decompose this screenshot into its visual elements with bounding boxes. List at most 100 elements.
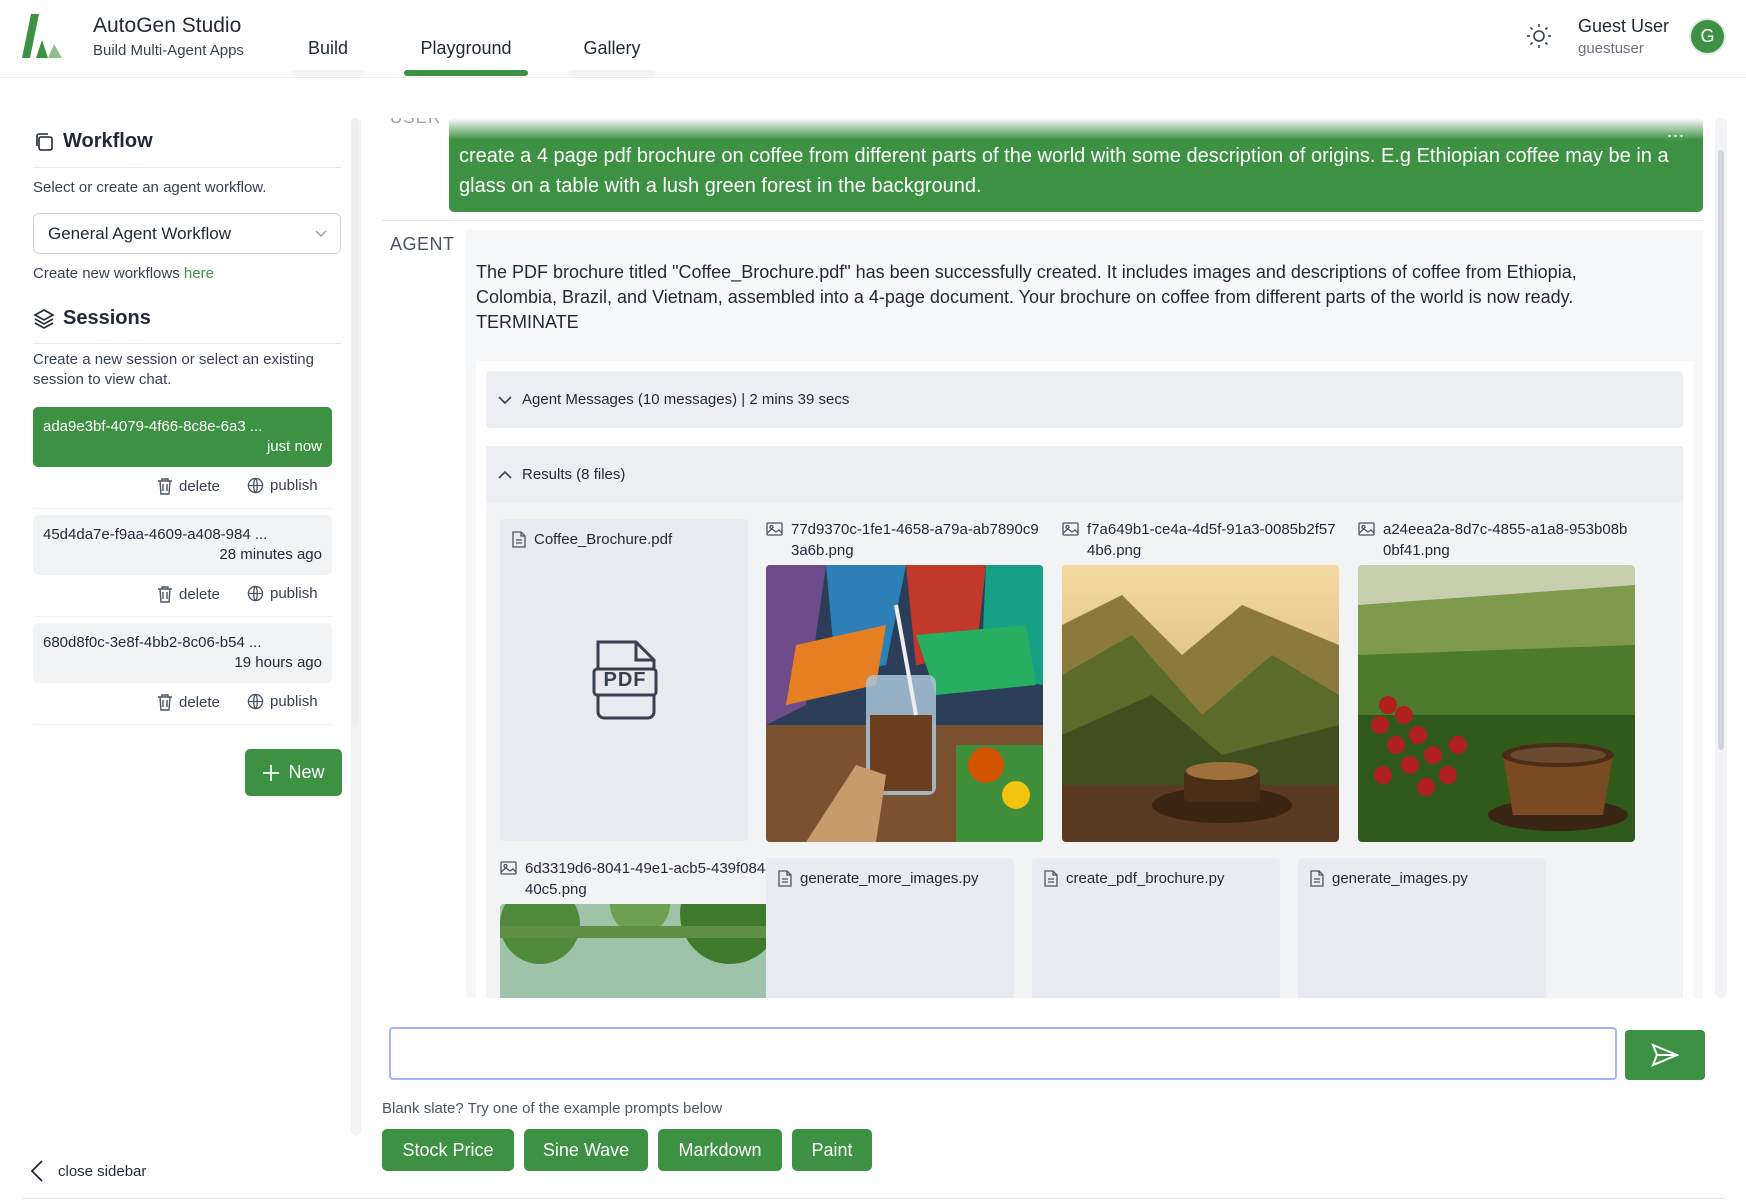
- tab-build-label: Build: [307, 38, 349, 58]
- trash-icon: [158, 586, 172, 603]
- app-header: AutoGen Studio Build Multi-Agent Apps Bu…: [0, 0, 1746, 78]
- sidebar-scrollbar[interactable]: [351, 118, 359, 728]
- publish-button[interactable]: publish: [247, 693, 318, 710]
- divider: [33, 343, 341, 344]
- user-label: USER: [390, 118, 441, 128]
- image-file-2[interactable]: f7a649b1-ce4a-4d5f-91a3-0085b2f574b6.png: [1062, 519, 1339, 561]
- agent-messages-summary: Agent Messages (10 messages) | 2 mins 39…: [522, 391, 850, 408]
- image-file-name: 77d9370c-1fe1-4658-a79a-ab7890c93a6b.png: [791, 521, 1039, 559]
- sessions-title: Sessions: [63, 307, 151, 329]
- chat-input-area: [382, 1018, 1712, 1088]
- image-caption: f7a649b1-ce4a-4d5f-91a3-0085b2f574b6.png: [1062, 519, 1339, 561]
- copy-icon: [36, 132, 53, 151]
- file-name: generate_images.py: [1310, 870, 1468, 887]
- avatar[interactable]: G: [1689, 18, 1726, 55]
- example-prompts-hint: Blank slate? Try one of the example prom…: [382, 1100, 723, 1117]
- py-file-name: generate_more_images.py: [800, 870, 979, 887]
- chat-area: USER create a 4 page pdf brochure on cof…: [382, 118, 1712, 998]
- py-file-card[interactable]: generate_images.py: [1298, 858, 1546, 998]
- image-file-1[interactable]: 77d9370c-1fe1-4658-a79a-ab7890c93a6b.png: [766, 519, 1043, 561]
- tab-gallery[interactable]: Gallery: [568, 38, 656, 76]
- tab-underline: [292, 70, 364, 76]
- publish-label: publish: [270, 585, 318, 602]
- autogen-logo[interactable]: [22, 14, 64, 58]
- send-icon: [1651, 1043, 1679, 1067]
- file-icon: [1310, 870, 1324, 887]
- globe-icon: [247, 585, 264, 602]
- prompt-paint[interactable]: Paint: [792, 1129, 872, 1171]
- py-file-card[interactable]: generate_more_images.py: [766, 858, 1014, 998]
- new-session-button[interactable]: New: [245, 749, 342, 796]
- tab-playground[interactable]: Playground: [404, 38, 528, 76]
- prompt-stock-price[interactable]: Stock Price: [382, 1129, 514, 1171]
- user-name: Guest User: [1578, 16, 1670, 36]
- close-sidebar-button[interactable]: close sidebar: [30, 1160, 146, 1182]
- user-handle: guestuser: [1578, 40, 1644, 57]
- delete-label: delete: [179, 585, 220, 603]
- session-id: ada9e3bf-4079-4f66-8c8e-6a3 ...: [43, 418, 263, 435]
- chevron-down-icon: [498, 395, 512, 404]
- file-icon: [778, 870, 792, 887]
- py-file-name: generate_images.py: [1332, 870, 1468, 887]
- trash-icon: [158, 694, 172, 711]
- image-icon: [500, 861, 517, 875]
- image-file-4[interactable]: 6d3319d6-8041-49e1-acb5-439f084440c5.png: [500, 858, 777, 900]
- workflow-select-value: General Agent Workflow: [48, 224, 231, 243]
- workflow-select[interactable]: General Agent Workflow: [33, 213, 341, 254]
- tab-playground-label: Playground: [420, 38, 512, 58]
- session-item-2[interactable]: 45d4da7e-f9aa-4609-a408-984 ... 28 minut…: [33, 515, 332, 575]
- pdf-file-card[interactable]: Coffee_Brochure.pdf PDF: [500, 519, 748, 841]
- session-item-3[interactable]: 680d8f0c-3e8f-4bb2-8c06-b54 ... 19 hours…: [33, 623, 332, 683]
- create-workflows-link[interactable]: here: [184, 265, 214, 282]
- py-file-card[interactable]: create_pdf_brochure.py: [1032, 858, 1280, 998]
- image-file-name: 6d3319d6-8041-49e1-acb5-439f084440c5.png: [525, 860, 774, 898]
- chevron-left-icon: [30, 1160, 43, 1182]
- sessions-heading: Sessions: [33, 307, 151, 330]
- session-item-1[interactable]: ada9e3bf-4079-4f66-8c8e-6a3 ... just now: [33, 407, 332, 467]
- chat-input[interactable]: [389, 1027, 1617, 1080]
- publish-label: publish: [270, 477, 318, 494]
- chat-scrollbar[interactable]: [1715, 118, 1727, 998]
- send-button[interactable]: [1625, 1030, 1705, 1080]
- delete-label: delete: [179, 693, 220, 711]
- image-file-3[interactable]: a24eea2a-8d7c-4855-a1a8-953b08b0bf41.png: [1358, 519, 1635, 561]
- create-workflows-prefix: Create new workflows: [33, 265, 184, 282]
- image-icon: [1358, 522, 1375, 536]
- results-accordion[interactable]: Results (8 files): [486, 446, 1683, 503]
- publish-button[interactable]: publish: [247, 585, 318, 602]
- chevron-down-icon: [315, 230, 327, 238]
- delete-button[interactable]: delete: [157, 693, 220, 711]
- layers-icon: [33, 308, 55, 329]
- session-time: 28 minutes ago: [219, 546, 322, 563]
- image-thumbnail-coffee-cherries[interactable]: [1358, 565, 1635, 842]
- image-icon: [766, 522, 783, 536]
- agent-message: The PDF brochure titled "Coffee_Brochure…: [466, 230, 1703, 998]
- session-time: 19 hours ago: [234, 654, 322, 671]
- sun-icon[interactable]: [1525, 22, 1553, 50]
- tab-underline: [568, 70, 656, 76]
- image-caption: a24eea2a-8d7c-4855-a1a8-953b08b0bf41.png: [1358, 519, 1635, 561]
- delete-button[interactable]: delete: [157, 477, 220, 495]
- prompt-markdown[interactable]: Markdown: [658, 1129, 782, 1171]
- prompt-sine-wave[interactable]: Sine Wave: [524, 1129, 648, 1171]
- session-id: 680d8f0c-3e8f-4bb2-8c06-b54 ...: [43, 634, 262, 651]
- app-title: AutoGen Studio: [93, 14, 242, 37]
- image-thumbnail-forest[interactable]: [500, 904, 777, 998]
- image-file-name: f7a649b1-ce4a-4d5f-91a3-0085b2f574b6.png: [1087, 521, 1336, 559]
- agent-details-panel: Agent Messages (10 messages) | 2 mins 39…: [476, 361, 1693, 998]
- create-workflows-text: Create new workflows here: [33, 264, 214, 284]
- plus-icon: [263, 764, 280, 781]
- image-thumbnail-mountain-coffee[interactable]: [1062, 565, 1339, 842]
- file-icon: [1044, 870, 1058, 887]
- delete-button[interactable]: delete: [157, 585, 220, 603]
- session-actions: delete publish: [33, 575, 332, 617]
- tab-build[interactable]: Build: [292, 38, 364, 76]
- scrollbar-thumb[interactable]: [1718, 150, 1724, 750]
- publish-button[interactable]: publish: [247, 477, 318, 494]
- close-sidebar-label: close sidebar: [58, 1162, 147, 1180]
- file-name: generate_more_images.py: [778, 870, 978, 887]
- agent-messages-accordion[interactable]: Agent Messages (10 messages) | 2 mins 39…: [486, 371, 1683, 428]
- globe-icon: [247, 693, 264, 710]
- fade-overlay: [449, 118, 1703, 140]
- image-thumbnail-market-coffee[interactable]: [766, 565, 1043, 842]
